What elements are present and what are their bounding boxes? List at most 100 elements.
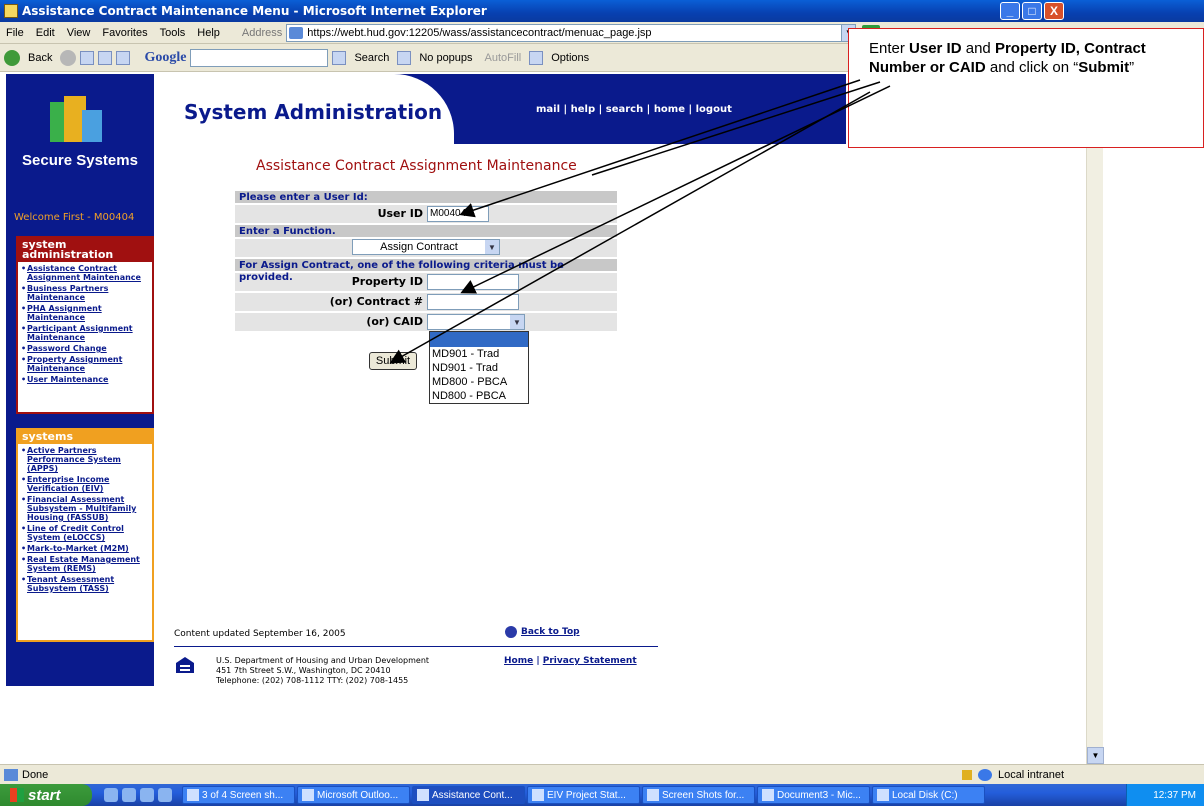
google-logo[interactable]: Google (144, 50, 186, 66)
taskbar-item[interactable]: Document3 - Mic... (757, 786, 870, 804)
chevron-down-icon[interactable]: ▼ (510, 315, 524, 329)
app-icon (532, 789, 544, 801)
options-button[interactable]: Options (551, 52, 589, 64)
scroll-down-icon[interactable]: ▼ (1087, 747, 1104, 764)
up-arrow-icon (505, 626, 517, 638)
footer-address-line2: 451 7th Street S.W., Washington, DC 2041… (216, 666, 391, 675)
minimize-button[interactable]: _ (1000, 2, 1020, 20)
sidebar-item-eiv[interactable]: Enterprise Income Verification (EIV) (21, 475, 150, 493)
quicklaunch-icon[interactable] (158, 788, 172, 802)
sidebar-item-password-change[interactable]: Password Change (21, 344, 150, 353)
taskbar-item-label: Microsoft Outloo... (317, 789, 399, 801)
user-section-label: Please enter a User Id: (234, 190, 618, 204)
window-title: Assistance Contract Maintenance Menu - M… (22, 4, 487, 18)
sidebar-item-eloccs[interactable]: Line of Credit Control System (eLOCCS) (21, 524, 150, 542)
start-button[interactable]: start (0, 784, 92, 806)
caid-option-nd901[interactable]: ND901 - Trad (430, 361, 528, 375)
back-arrow-icon[interactable] (4, 49, 20, 66)
footer-address-line3: Telephone: (202) 708-1112 TTY: (202) 708… (216, 676, 409, 685)
app-icon (762, 789, 774, 801)
options-icon[interactable] (529, 50, 544, 65)
welcome-text: Welcome First - M00404 (14, 212, 135, 223)
sidebar-item-property-assignment[interactable]: Property Assignment Maintenance (21, 355, 150, 373)
taskbar-item-label: 3 of 4 Screen sh... (202, 789, 284, 801)
footer-links: Home | Privacy Statement (504, 656, 637, 666)
user-id-input[interactable]: M00404 (427, 206, 489, 222)
footer-home-link[interactable]: Home (504, 656, 533, 666)
address-url: https://webt.hud.gov:12205/wass/assistan… (307, 26, 652, 39)
back-button[interactable]: Back (28, 52, 52, 64)
contract-number-input[interactable] (427, 294, 519, 310)
caid-option-md901[interactable]: MD901 - Trad (430, 347, 528, 361)
popup-blocker-icon[interactable] (397, 50, 412, 65)
taskbar-item[interactable]: Microsoft Outloo... (297, 786, 410, 804)
taskbar-item[interactable]: EIV Project Stat... (527, 786, 640, 804)
caid-option-md800[interactable]: MD800 - PBCA (430, 375, 528, 389)
ie-icon (4, 4, 18, 18)
caid-option-blank[interactable] (430, 332, 528, 347)
sidebar-item-business-partners[interactable]: Business Partners Maintenance (21, 284, 150, 302)
caid-select[interactable]: ▼ (427, 314, 525, 330)
sidebar-item-apps[interactable]: Active Partners Performance System (APPS… (21, 446, 150, 473)
taskbar-item[interactable]: 3 of 4 Screen sh... (182, 786, 295, 804)
chevron-down-icon[interactable]: ▼ (485, 240, 499, 254)
autofill-button[interactable]: AutoFill (485, 52, 522, 64)
menu-help[interactable]: Help (191, 27, 226, 39)
menu-view[interactable]: View (61, 27, 97, 39)
header-links[interactable]: mail | help | search | home | logout (536, 104, 732, 115)
google-search-input[interactable] (190, 48, 329, 67)
sidebar-item-assistance-contract[interactable]: Assistance Contract Assignment Maintenan… (21, 264, 150, 282)
taskbar-item[interactable]: Assistance Cont... (412, 786, 525, 804)
app-icon (647, 789, 659, 801)
menu-tools[interactable]: Tools (154, 27, 192, 39)
systems-panel: systems Active Partners Performance Syst… (16, 428, 154, 642)
sidebar-item-user-maintenance[interactable]: User Maintenance (21, 375, 150, 384)
caid-option-nd800[interactable]: ND800 - PBCA (430, 389, 528, 403)
callout-text: Enter (869, 40, 910, 57)
status-text: Done (22, 768, 49, 781)
brand-title: Secure Systems (22, 152, 138, 169)
start-label: start (28, 786, 61, 804)
back-to-top-label: Back to Top (521, 627, 580, 637)
menu-edit[interactable]: Edit (30, 27, 61, 39)
equal-housing-icon (176, 657, 194, 673)
vertical-scrollbar[interactable]: ▼ (1086, 74, 1104, 764)
property-id-input[interactable] (427, 274, 519, 290)
window-titlebar: Assistance Contract Maintenance Menu - M… (0, 0, 1204, 22)
submit-button[interactable]: Submit (369, 352, 417, 370)
quicklaunch-icon[interactable] (140, 788, 154, 802)
quicklaunch-icon[interactable] (104, 788, 118, 802)
address-bar[interactable]: https://webt.hud.gov:12205/wass/assistan… (286, 23, 857, 42)
search-icon[interactable] (332, 50, 347, 65)
taskbar-item[interactable]: Local Disk (C:) (872, 786, 985, 804)
footer-privacy-link[interactable]: Privacy Statement (543, 656, 637, 666)
systems-title: systems (18, 430, 152, 444)
left-sidebar: Secure Systems Welcome First - M00404 sy… (6, 74, 154, 686)
callout-bold: Submit (1078, 59, 1130, 76)
menu-file[interactable]: File (0, 27, 30, 39)
popups-button[interactable]: No popups (419, 52, 472, 64)
back-to-top-link[interactable]: Back to Top (505, 626, 580, 638)
function-select-value: Assign Contract (380, 241, 458, 253)
criteria-section-label: For Assign Contract, one of the followin… (234, 258, 618, 283)
sidebar-item-participant-assignment[interactable]: Participant Assignment Maintenance (21, 324, 150, 342)
search-button[interactable]: Search (354, 52, 389, 64)
taskbar-item-label: Document3 - Mic... (777, 789, 861, 801)
forward-arrow-icon[interactable] (60, 49, 77, 66)
menu-favorites[interactable]: Favorites (96, 27, 153, 39)
form-heading: Assistance Contract Assignment Maintenan… (256, 158, 577, 174)
home-icon[interactable] (116, 50, 131, 65)
sidebar-item-tass[interactable]: Tenant Assessment Subsystem (TASS) (21, 575, 150, 593)
quicklaunch-icon[interactable] (122, 788, 136, 802)
function-select[interactable]: Assign Contract ▼ (352, 239, 500, 255)
sidebar-item-fassub[interactable]: Financial Assessment Subsystem - Multifa… (21, 495, 150, 522)
windows-flag-icon (10, 788, 24, 802)
taskbar-item[interactable]: Screen Shots for... (642, 786, 755, 804)
maximize-button[interactable]: □ (1022, 2, 1042, 20)
sidebar-item-m2m[interactable]: Mark-to-Market (M2M) (21, 544, 150, 553)
close-button[interactable]: X (1044, 2, 1064, 20)
stop-icon[interactable] (80, 50, 95, 65)
sidebar-item-rems[interactable]: Real Estate Management System (REMS) (21, 555, 150, 573)
sidebar-item-pha-assignment[interactable]: PHA Assignment Maintenance (21, 304, 150, 322)
refresh-icon[interactable] (98, 50, 113, 65)
